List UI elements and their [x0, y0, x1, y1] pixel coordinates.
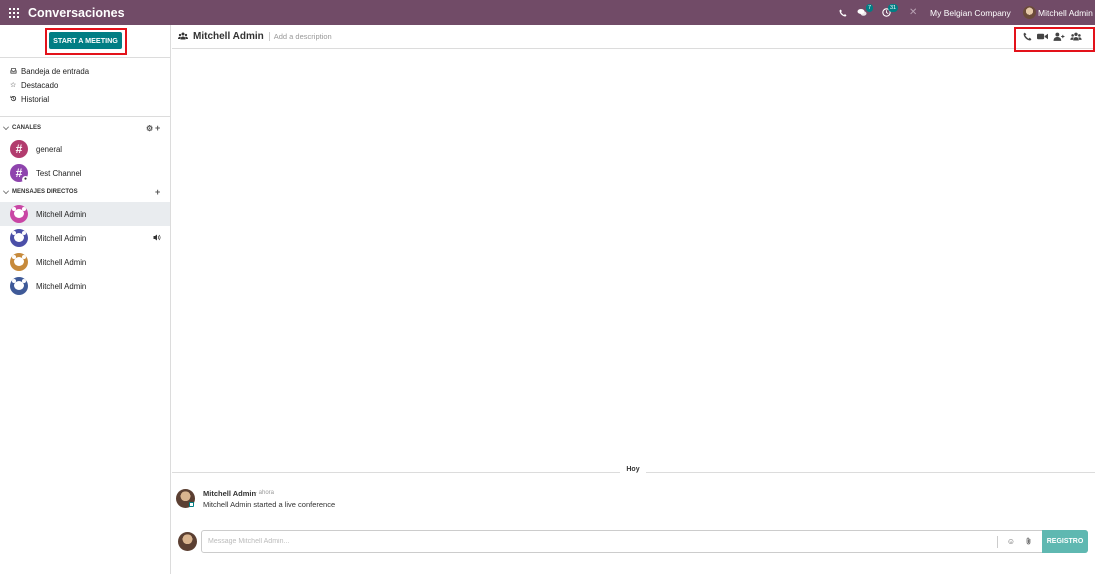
date-separator: Hoy — [620, 466, 646, 473]
message-author[interactable]: Mitchell Admin — [203, 489, 256, 498]
gear-icon[interactable]: ⚙ — [146, 124, 153, 134]
send-button[interactable]: REGISTRO — [1042, 530, 1088, 553]
phone-icon[interactable] — [839, 0, 847, 25]
company-switcher[interactable]: My Belgian Company — [930, 0, 1011, 25]
avatar — [10, 229, 28, 247]
description-field[interactable]: Add a description — [268, 32, 332, 41]
contact-label: Mitchell Admin — [36, 257, 87, 267]
im-status-icon — [189, 502, 194, 507]
channel-label: general — [36, 144, 63, 154]
app-title[interactable]: Conversaciones — [28, 6, 125, 20]
highlight-box — [1014, 27, 1095, 52]
messages-count-badge: 7 — [866, 4, 874, 12]
composer: ☺ REGISTRO — [201, 530, 1088, 553]
channel-item[interactable]: # general — [0, 137, 170, 161]
inbox-icon — [10, 67, 20, 76]
history-icon — [10, 95, 20, 104]
chat-icon[interactable] — [857, 0, 867, 25]
direct-message-item[interactable]: Mitchell Admin — [0, 226, 170, 250]
avatar — [1023, 6, 1036, 19]
category-label: CANALES — [12, 125, 42, 131]
hash-lock-icon: # ● — [10, 164, 29, 183]
message-body: Mitchell Admin started a live conference — [203, 500, 336, 509]
avatar — [10, 205, 28, 223]
user-name: Mitchell Admin — [1038, 7, 1093, 18]
thread-title: Mitchell Admin — [193, 31, 264, 42]
avatar — [178, 532, 197, 551]
category-label: MENSAJES DIRECTOS — [12, 189, 78, 195]
direct-message-item[interactable]: Mitchell Admin — [0, 250, 170, 274]
chevron-down-icon — [3, 187, 9, 194]
sidebar — [0, 25, 171, 574]
sidebar-item-starred[interactable]: ☆ Destacado — [10, 78, 58, 92]
contact-label: Mitchell Admin — [36, 233, 87, 243]
thread-header: Mitchell Admin Add a description — [172, 25, 1095, 49]
highlight-box — [45, 28, 127, 55]
sidebar-item-label: Bandeja de entrada — [21, 66, 90, 76]
sidebar-item-history[interactable]: Historial — [10, 92, 49, 106]
activity-count-badge: 31 — [888, 4, 899, 12]
star-icon: ☆ — [10, 82, 17, 89]
avatar — [10, 253, 28, 271]
direct-messages-category-toggle[interactable]: MENSAJES DIRECTOS — [3, 186, 78, 198]
hash-icon: # — [10, 140, 28, 158]
channel-item[interactable]: # ● Test Channel — [0, 161, 170, 185]
divider — [996, 535, 998, 548]
tools-icon[interactable]: ✕ — [909, 0, 917, 25]
volume-icon — [153, 234, 161, 243]
message-input[interactable] — [202, 531, 997, 552]
channel-label: Test Channel — [36, 168, 82, 178]
user-menu[interactable]: Mitchell Admin — [1023, 0, 1093, 25]
members-icon — [178, 32, 188, 42]
chevron-down-icon — [3, 123, 9, 130]
divider — [0, 57, 171, 58]
grid-icon[interactable] — [9, 7, 19, 18]
direct-message-item[interactable]: Mitchell Admin — [0, 202, 170, 226]
contact-label: Mitchell Admin — [36, 209, 87, 219]
add-channel-icon[interactable]: + — [155, 123, 160, 133]
message-timestamp: - ahora — [255, 490, 275, 496]
sidebar-item-label: Historial — [21, 94, 50, 104]
divider — [0, 116, 171, 117]
paperclip-icon[interactable] — [1025, 537, 1032, 547]
smile-icon[interactable]: ☺ — [1007, 537, 1015, 546]
contact-label: Mitchell Admin — [36, 281, 87, 291]
avatar — [10, 277, 28, 295]
channels-category-toggle[interactable]: CANALES — [3, 122, 41, 134]
direct-message-item[interactable]: Mitchell Admin — [0, 274, 170, 298]
sidebar-item-label: Destacado — [21, 80, 59, 90]
add-chat-icon[interactable]: + — [155, 187, 160, 197]
sidebar-item-inbox[interactable]: Bandeja de entrada — [10, 64, 89, 78]
